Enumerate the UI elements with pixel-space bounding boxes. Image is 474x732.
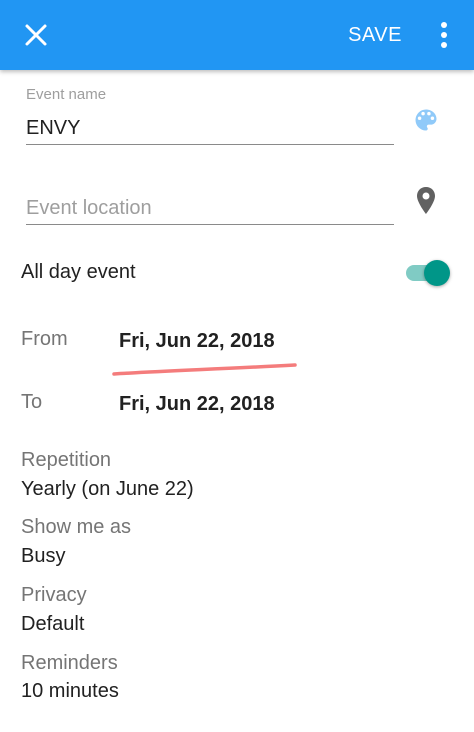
save-button[interactable]: SAVE [340,20,410,50]
to-label: To [21,391,43,413]
close-icon [25,24,47,46]
reminders-value[interactable]: 10 minutes [21,680,119,703]
event-name-field[interactable] [26,112,394,145]
repetition-label: Repetition [21,449,112,471]
more-options-button[interactable] [432,18,456,52]
all-day-label: All day event [21,261,136,283]
reminders-label: Reminders [21,652,118,674]
toggle-thumb [424,260,450,286]
all-day-toggle[interactable] [404,258,450,288]
privacy-label: Privacy [21,584,87,606]
color-picker-button[interactable] [412,106,440,134]
location-pin-icon [417,187,435,214]
privacy-value[interactable]: Default [21,613,84,636]
show-as-value[interactable]: Busy [21,545,65,568]
from-date[interactable]: Fri, Jun 22, 2018 [119,330,275,353]
palette-icon [415,109,437,131]
close-button[interactable] [18,17,54,53]
show-as-label: Show me as [21,516,132,538]
location-picker-button[interactable] [414,186,438,216]
to-date[interactable]: Fri, Jun 22, 2018 [119,393,275,416]
event-name-label: Event name [26,86,107,103]
event-location-field[interactable] [26,192,394,225]
from-label: From [21,328,68,350]
red-underline-annotation [112,363,297,376]
more-vert-icon [441,22,447,48]
app-bar: SAVE [0,0,474,70]
repetition-value[interactable]: Yearly (on June 22) [21,478,194,501]
